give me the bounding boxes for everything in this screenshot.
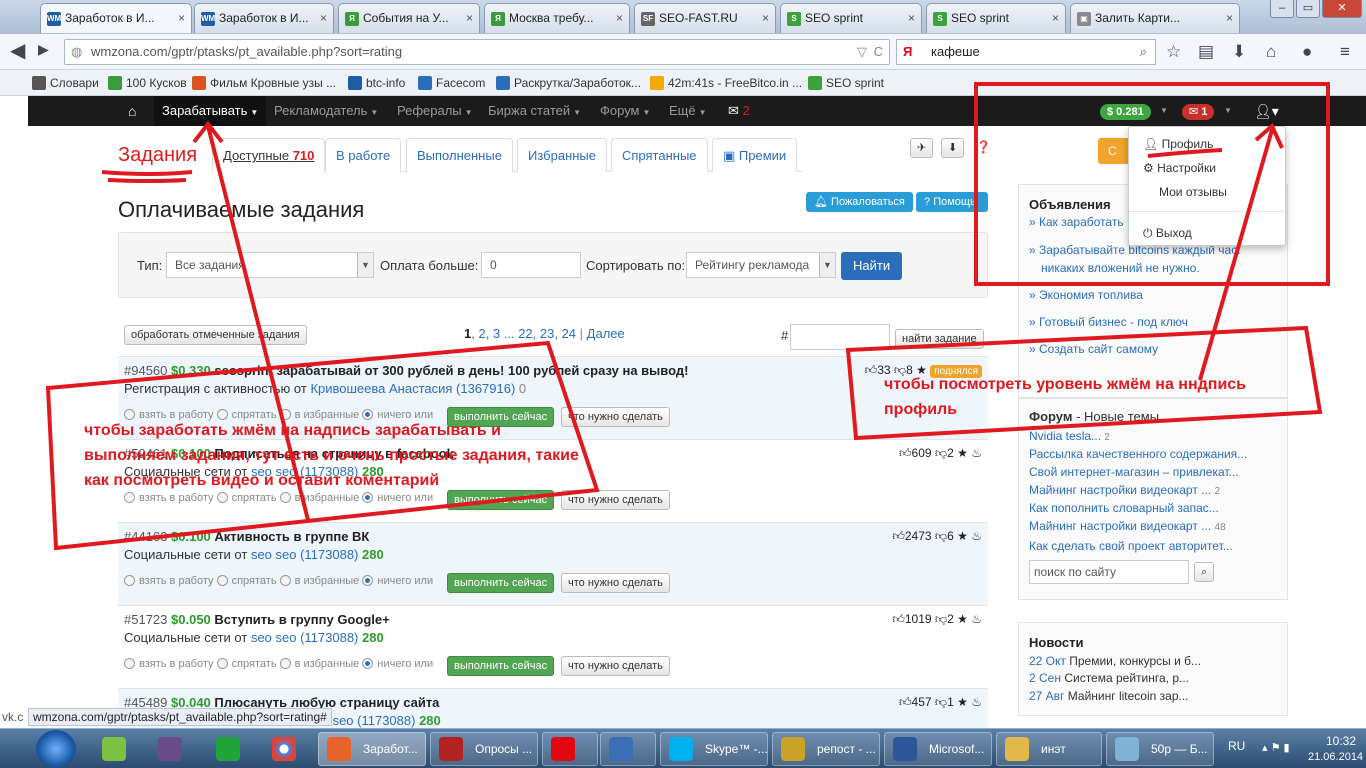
- annotation-underline: [101, 170, 193, 176]
- taskbar-item[interactable]: 50р — Б...: [1106, 732, 1214, 766]
- clock-date: 21.06.2014: [1308, 751, 1364, 763]
- app-icon: [102, 737, 126, 761]
- taskbar-item[interactable]: инэт: [996, 732, 1102, 766]
- taskbar-item[interactable]: [600, 732, 656, 766]
- annotation-text-left: чтобы заработать жмём на надпись зарабат…: [84, 422, 579, 489]
- taskbar-item[interactable]: [542, 732, 598, 766]
- firefox-icon: [327, 737, 351, 761]
- taskbar-item[interactable]: Заработ...: [318, 732, 426, 766]
- skype-icon: [669, 737, 693, 761]
- taskbar-pinned[interactable]: [150, 732, 190, 766]
- wmzona-icon: WM: [47, 12, 61, 26]
- app-icon: [216, 737, 240, 761]
- close-icon[interactable]: ×: [178, 4, 185, 32]
- status-url: wmzona.com/gptr/ptasks/pt_available.php?…: [28, 708, 332, 726]
- yandex-icon: [551, 737, 575, 761]
- game-icon: [158, 737, 182, 761]
- language-indicator[interactable]: RU: [1228, 739, 1245, 753]
- annotation-underline: [1147, 148, 1223, 158]
- taskbar-pinned[interactable]: [208, 732, 248, 766]
- notepad-icon: [1115, 737, 1139, 761]
- annotation-underline: [107, 178, 187, 183]
- folder-icon: [1005, 737, 1029, 761]
- start-button[interactable]: [36, 730, 76, 768]
- speaker-icon: [609, 737, 633, 761]
- opera-icon: [439, 737, 463, 761]
- office-icon: [893, 737, 917, 761]
- annotation-arrow: [1198, 129, 1274, 381]
- paint-icon: [781, 737, 805, 761]
- taskbar-item[interactable]: Опросы ...: [430, 732, 538, 766]
- annotation-box-dropdown: [974, 82, 1330, 286]
- taskbar-item[interactable]: Skype™ -...: [660, 732, 768, 766]
- clock-time: 10:32: [1326, 734, 1357, 748]
- windows-taskbar: Заработ... Опросы ... Skype™ -... репост…: [0, 728, 1366, 768]
- annotation-text-right: чтобы посмотреть уровень жмём на нндпись…: [884, 376, 1247, 418]
- tray-icons[interactable]: ▴ ⚑ ▮: [1262, 741, 1290, 754]
- taskbar-item[interactable]: Microsof...: [884, 732, 992, 766]
- taskbar-item[interactable]: репост - ...: [772, 732, 880, 766]
- browser-tab[interactable]: WM Заработок в И... ×: [40, 3, 192, 33]
- taskbar-pinned[interactable]: [94, 732, 134, 766]
- chrome-icon: [272, 737, 296, 761]
- taskbar-pinned[interactable]: [264, 732, 304, 766]
